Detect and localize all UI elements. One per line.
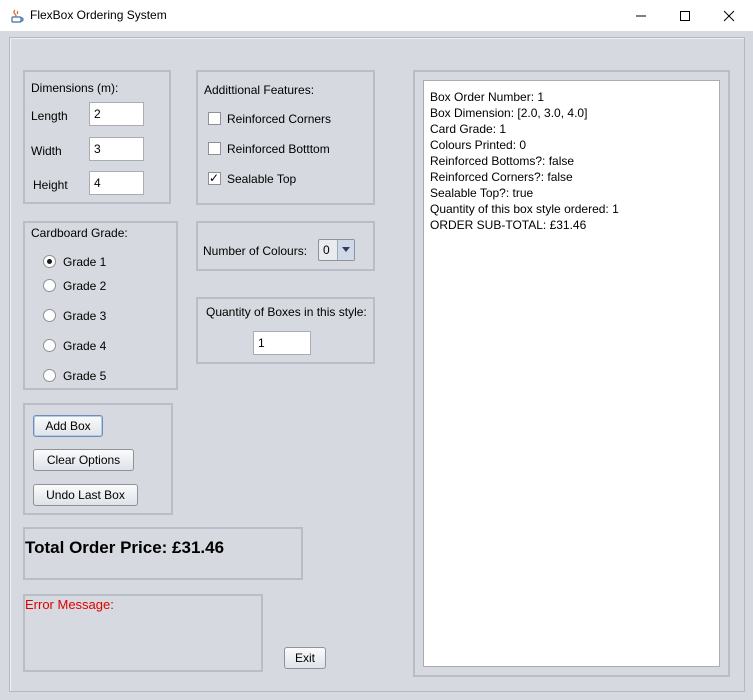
action-buttons-panel: Add Box Clear Options Undo Last Box [23,403,173,515]
grade-5-label[interactable]: Grade 5 [63,369,106,383]
summary-line-reinforced-corners: Reinforced Corners?: false [430,170,573,184]
summary-line-order-number: Box Order Number: 1 [430,90,545,104]
error-message-panel: Error Message: [23,594,263,672]
grade-2-label[interactable]: Grade 2 [63,279,106,293]
total-order-price: Total Order Price: £31.46 [25,538,225,557]
dimensions-heading: Dimensions (m): [31,81,119,95]
features-heading: Addittional Features: [204,83,315,97]
grade-heading: Cardboard Grade: [31,226,128,240]
grade-4-radio[interactable] [43,339,56,352]
exit-button[interactable]: Exit [284,647,326,669]
sealable-top-label[interactable]: Sealable Top [227,172,296,186]
grade-1-radio[interactable] [43,255,56,268]
order-summary-textarea[interactable]: Box Order Number: 1 Box Dimension: [2.0,… [423,80,720,667]
maximize-icon [679,10,690,21]
summary-line-dimension: Box Dimension: [2.0, 3.0, 4.0] [430,106,588,120]
length-label: Length [31,109,68,123]
add-box-button[interactable]: Add Box [33,415,103,437]
colours-dropdown[interactable]: 0 [318,239,355,261]
grade-4-label[interactable]: Grade 4 [63,339,106,353]
close-icon [723,10,734,21]
window-title: FlexBox Ordering System [30,8,167,22]
chevron-down-icon[interactable] [337,240,354,260]
close-button[interactable] [706,0,751,31]
minimize-button[interactable] [618,0,663,31]
quantity-field[interactable]: 1 [253,331,311,355]
reinforced-corners-checkbox[interactable] [208,112,221,125]
grade-2-radio[interactable] [43,279,56,292]
total-price-panel: Total Order Price: £31.46 [23,527,303,580]
cardboard-grade-panel: Cardboard Grade: Grade 1 Grade 2 Grade 3… [23,221,178,390]
reinforced-bottom-checkbox[interactable] [208,142,221,155]
dimensions-panel: Dimensions (m): Length 2 Width 3 Height … [23,70,171,204]
summary-line-card-grade: Card Grade: 1 [430,122,507,136]
summary-line-reinforced-bottoms: Reinforced Bottoms?: false [430,154,575,168]
height-field[interactable]: 4 [89,171,144,195]
width-field[interactable]: 3 [89,137,144,161]
grade-3-radio[interactable] [43,309,56,322]
reinforced-bottom-label[interactable]: Reinforced Botttom [227,142,330,156]
maximize-button[interactable] [662,0,707,31]
quantity-panel: Quantity of Boxes in this style: 1 [196,297,375,364]
summary-line-sealable-top: Sealable Top?: true [430,186,534,200]
quantity-label: Quantity of Boxes in this style: [206,305,367,319]
summary-line-quantity: Quantity of this box style ordered: 1 [430,202,619,216]
error-message-label: Error Message: [25,597,114,612]
minimize-icon [635,15,646,16]
grade-5-radio[interactable] [43,369,56,382]
summary-line-colours: Colours Printed: 0 [430,138,527,152]
additional-features-panel: Addittional Features: Reinforced Corners… [196,70,375,205]
colours-selected-value: 0 [323,243,330,257]
undo-last-box-button[interactable]: Undo Last Box [33,484,138,506]
width-label: Width [31,144,62,158]
title-bar: FlexBox Ordering System [0,0,753,31]
summary-line-subtotal: ORDER SUB-TOTAL: £31.46 [430,218,587,232]
length-field[interactable]: 2 [89,102,144,126]
colours-label: Number of Colours: [203,244,308,258]
colours-panel: Number of Colours: 0 [196,221,375,271]
grade-1-label[interactable]: Grade 1 [63,255,106,269]
clear-options-button[interactable]: Clear Options [33,449,134,471]
reinforced-corners-label[interactable]: Reinforced Corners [227,112,331,126]
sealable-top-checkbox[interactable] [208,171,221,185]
java-app-icon [9,8,25,24]
height-label: Height [33,178,68,192]
grade-3-label[interactable]: Grade 3 [63,309,106,323]
